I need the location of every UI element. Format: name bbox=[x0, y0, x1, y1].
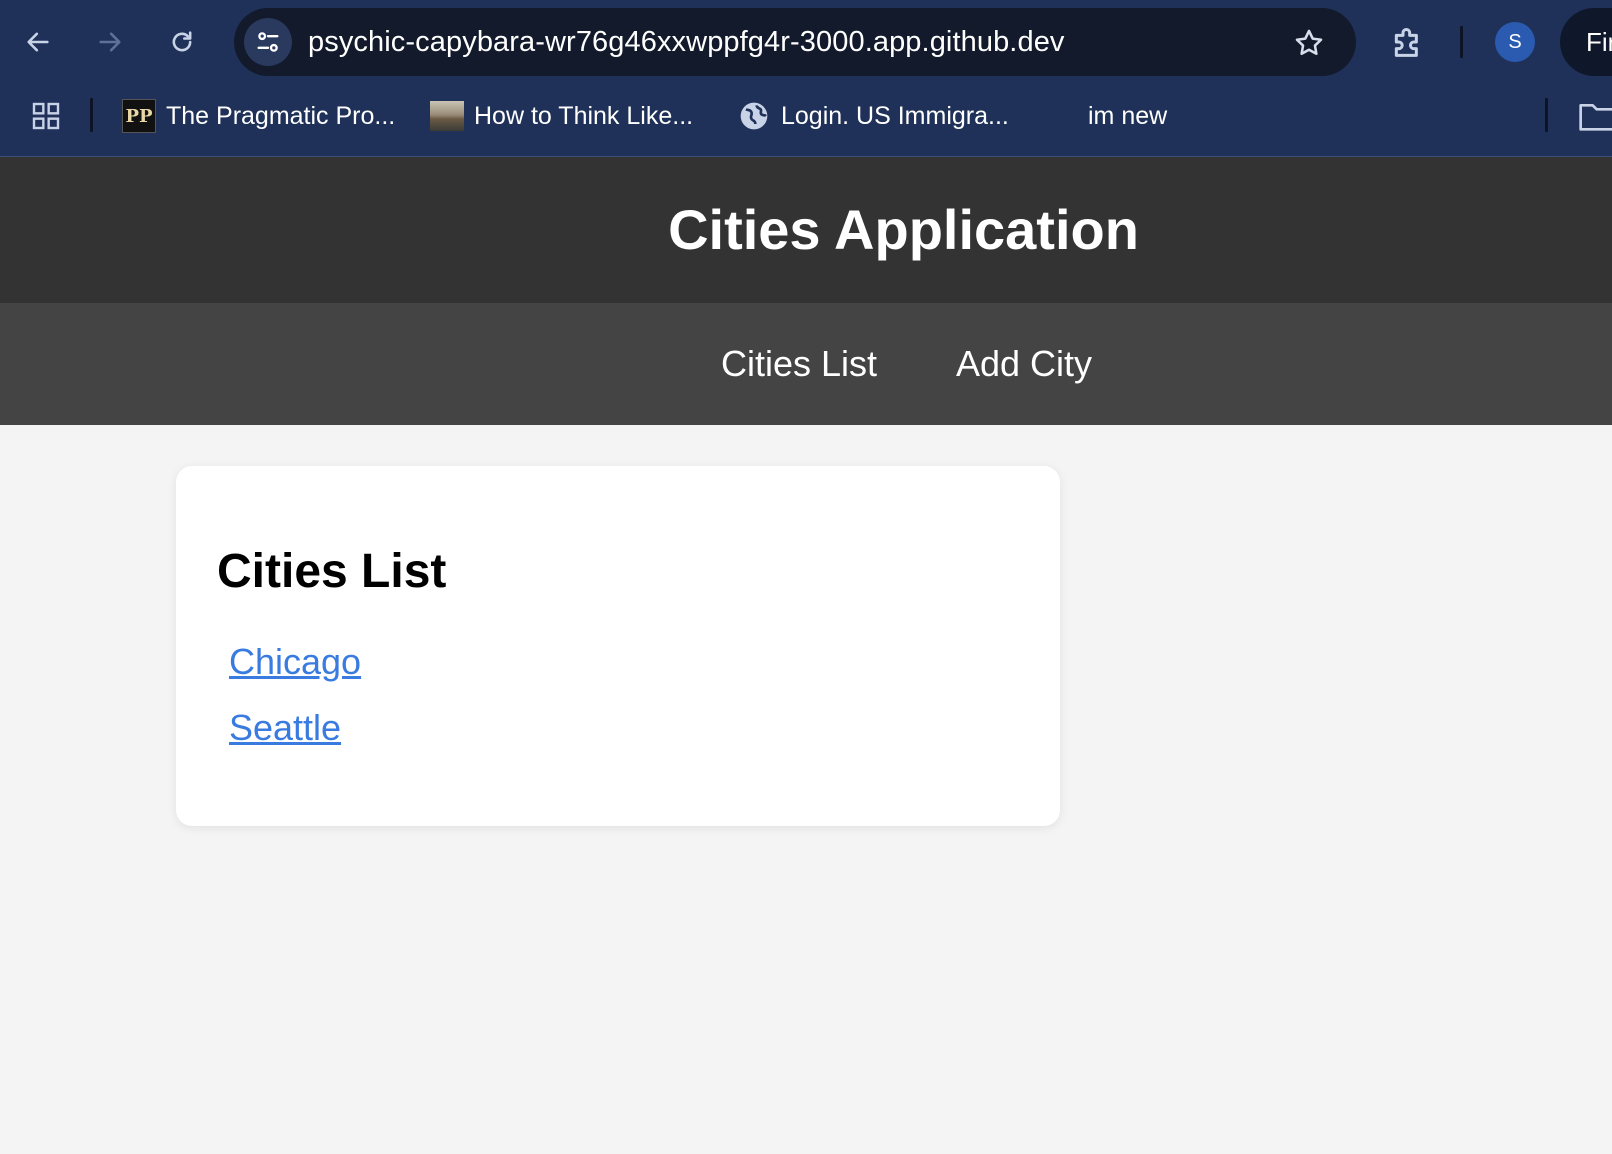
globe-icon bbox=[737, 99, 771, 133]
bookmark-label: How to Think Like... bbox=[474, 101, 694, 130]
star-icon[interactable] bbox=[1292, 26, 1326, 60]
address-bar[interactable]: psychic-capybara-wr76g46xxwppfg4r-3000.a… bbox=[234, 8, 1356, 76]
browser-chrome: psychic-capybara-wr76g46xxwppfg4r-3000.a… bbox=[0, 0, 1612, 157]
app-nav: Cities List Add City bbox=[0, 303, 1612, 425]
city-link-seattle[interactable]: Seattle bbox=[229, 707, 341, 748]
tune-icon bbox=[257, 32, 279, 52]
puzzle-icon[interactable] bbox=[1388, 22, 1428, 62]
list-item: Seattle bbox=[229, 706, 361, 772]
apps-grid-icon[interactable] bbox=[30, 100, 62, 132]
bookmarks-divider bbox=[1545, 98, 1548, 132]
nav-add-city[interactable]: Add City bbox=[956, 303, 1092, 425]
reload-button[interactable] bbox=[160, 20, 204, 64]
bookmark-label: The Pragmatic Pro... bbox=[166, 101, 396, 130]
nav-cities-list[interactable]: Cities List bbox=[721, 303, 877, 425]
microsoft-logo-icon bbox=[1045, 100, 1078, 133]
pragmatic-programmer-icon: PP bbox=[122, 99, 156, 133]
list-item: Chicago bbox=[229, 640, 361, 706]
bookmark-im-new[interactable]: im new bbox=[1045, 94, 1167, 138]
cities-card: Cities List Chicago Seattle bbox=[176, 466, 1060, 826]
bookmarks-bar: PP The Pragmatic Pro... How to Think Lik… bbox=[0, 88, 1612, 144]
bookmark-immigration[interactable]: Login. US Immigra... bbox=[737, 94, 1009, 138]
forward-button[interactable] bbox=[88, 20, 132, 64]
toolbar-divider bbox=[1460, 26, 1463, 58]
arrow-right-icon bbox=[99, 32, 121, 52]
find-button[interactable]: Fir bbox=[1560, 8, 1612, 76]
bookmark-label: Login. US Immigra... bbox=[781, 101, 1009, 130]
city-list: Chicago Seattle bbox=[229, 640, 361, 772]
site-info-button[interactable] bbox=[244, 18, 292, 66]
app-header: Cities Application bbox=[0, 157, 1612, 303]
cities-list-heading: Cities List bbox=[217, 545, 447, 598]
url-text[interactable]: psychic-capybara-wr76g46xxwppfg4r-3000.a… bbox=[308, 8, 1065, 76]
page-title: Cities Application bbox=[668, 198, 1139, 261]
arrow-left-icon bbox=[27, 32, 49, 52]
bookmark-pragmatic[interactable]: PP The Pragmatic Pro... bbox=[122, 94, 395, 138]
folder-icon[interactable] bbox=[1578, 100, 1612, 132]
bookmark-think-like[interactable]: How to Think Like... bbox=[430, 94, 693, 138]
bookmark-label: im new bbox=[1088, 101, 1168, 130]
avatar[interactable]: S bbox=[1495, 22, 1535, 62]
back-button[interactable] bbox=[16, 20, 60, 64]
reload-icon bbox=[172, 31, 192, 52]
photo-thumbnail-icon bbox=[430, 101, 464, 131]
browser-toolbar: psychic-capybara-wr76g46xxwppfg4r-3000.a… bbox=[0, 0, 1612, 84]
bookmarks-divider bbox=[90, 98, 93, 132]
city-link-chicago[interactable]: Chicago bbox=[229, 641, 361, 682]
